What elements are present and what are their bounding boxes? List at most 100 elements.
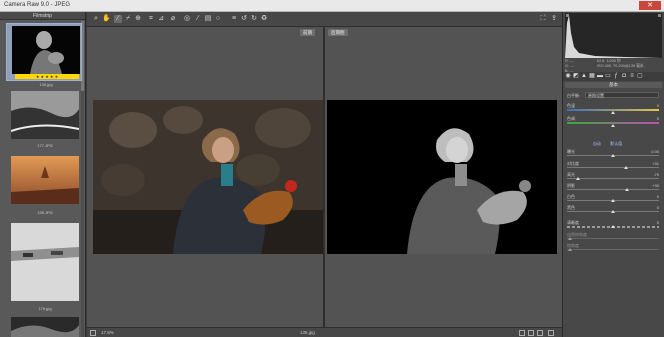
slider-clarity[interactable]: 清晰度 0 (567, 220, 661, 230)
slider-temperature[interactable]: 色温 0 (567, 103, 661, 114)
effects-tab-icon[interactable]: ƒ (613, 73, 619, 79)
slider-track (567, 249, 659, 250)
spot-removal-icon[interactable]: ⌀ (169, 15, 177, 23)
before-photo (93, 100, 323, 254)
slider-saturation[interactable]: 饱和度 (567, 243, 661, 253)
targeted-adjust-icon[interactable]: ⊕ (134, 15, 142, 23)
slider-tint[interactable]: 色调 0 (567, 116, 661, 127)
before-label: 前期 (300, 29, 315, 36)
thumbnail-sunset-pagodas (11, 156, 79, 204)
after-photo (327, 100, 557, 254)
slider-value[interactable]: +31 (652, 161, 659, 166)
slider-whites[interactable]: 白色 0 (567, 194, 661, 204)
slider-knob[interactable] (624, 166, 628, 169)
current-filename: 135.jpg (300, 330, 315, 335)
slider-knob[interactable] (568, 248, 572, 251)
detail-tab-icon[interactable]: ▲ (581, 73, 587, 79)
filmstrip-item-5[interactable] (6, 317, 82, 337)
exif-readout: f/2.8 1/250 秒 ISO 400 70-200@135 毫米 (597, 59, 644, 68)
rotate-ccw-icon[interactable]: ↺ (240, 15, 248, 23)
rotate-cw-icon[interactable]: ↻ (250, 15, 258, 23)
presets-tab-icon[interactable]: ≡ (629, 73, 635, 79)
slider-track (567, 178, 659, 179)
slider-value[interactable]: 0 (657, 116, 659, 121)
slider-value[interactable]: 0 (657, 194, 659, 199)
slider-value[interactable]: 0 (657, 205, 659, 210)
slider-value[interactable]: 0 (657, 103, 659, 108)
slider-knob[interactable] (611, 111, 615, 114)
hsl-tab-icon[interactable]: ▦ (589, 73, 595, 79)
close-button[interactable]: ✕ (639, 1, 661, 10)
export-icon[interactable]: ⇪ (550, 15, 558, 23)
window-title: Camera Raw 9.0 - JPEG (4, 2, 71, 8)
tool-bar: ⌕ ✋ ⁄ ⌿ ⊕ ⌗ ⊿ ⌀ ◎ ⁄ ▤ ○ ≡ ↺ ↻ ♻ ⛶ ⇪ (87, 12, 562, 27)
slider-knob[interactable] (576, 177, 580, 180)
basic-tab-icon[interactable]: ◉ (565, 73, 571, 79)
slider-exposure[interactable]: 曝光 0.00 (567, 149, 661, 159)
filmstrip-header: Filmstrip (0, 12, 85, 20)
slider-value[interactable]: 0.00 (651, 149, 659, 154)
radial-filter-icon[interactable]: ○ (214, 15, 222, 23)
slider-knob[interactable] (625, 188, 629, 191)
slider-value[interactable]: 0 (657, 220, 659, 225)
slider-highlights[interactable]: 高光 -79 (567, 172, 661, 182)
slider-track (567, 238, 659, 239)
white-balance-value[interactable]: 原照设置 (585, 92, 659, 98)
thumbnail-snow-scene (11, 223, 79, 301)
filmstrip-panel: Filmstrip ★ ★ ★ ★ ★ 135.jpg 177.JPG 138.… (0, 12, 86, 337)
default-link[interactable]: 默认值 (610, 141, 622, 146)
filmstrip-item-4[interactable]: 179.jpg (6, 223, 82, 315)
straighten-icon[interactable]: ⊿ (157, 15, 165, 23)
settings-view-icon[interactable] (548, 330, 554, 336)
slider-knob[interactable] (611, 210, 615, 213)
slider-knob[interactable] (611, 199, 615, 202)
filmstrip-item-3[interactable]: 138.JPG (6, 156, 82, 215)
slider-value[interactable]: -79 (653, 172, 659, 177)
split-toning-tab-icon[interactable]: ▬ (597, 73, 603, 79)
white-balance-label: 白平衡: (567, 93, 581, 98)
zoom-icon[interactable]: ⌕ (92, 15, 100, 23)
adjustment-panel: R: --- G: --- B: --- f/2.8 1/250 秒 ISO 4… (562, 12, 664, 337)
slider-knob[interactable] (611, 124, 615, 127)
thumbnail-landscape-bw (11, 91, 79, 139)
snapshots-tab-icon[interactable]: ▢ (637, 73, 643, 79)
slider-blacks[interactable]: 黑色 0 (567, 205, 661, 215)
graduated-filter-icon[interactable]: ▤ (204, 15, 212, 23)
fullscreen-icon[interactable]: ⛶ (539, 15, 547, 23)
slider-shadows[interactable]: 阴影 +30 (567, 183, 661, 193)
slider-vibrance[interactable]: 自然饱和度 (567, 232, 661, 242)
filmstrip-item-1[interactable]: ★ ★ ★ ★ ★ 135.jpg (6, 23, 82, 87)
filmstrip-item-2[interactable]: 177.JPG (6, 91, 82, 148)
white-balance-select[interactable]: 白平衡: 原照设置 (567, 92, 661, 99)
thumbnail-caption: 179.jpg (38, 306, 52, 311)
zoom-out-icon[interactable] (90, 330, 96, 336)
panel-tabs: ◉ ◩ ▲ ▦ ▬ ▭ ƒ ◘ ≡ ▢ (563, 72, 664, 81)
split-view-icon[interactable] (528, 330, 534, 336)
slider-value[interactable]: +30 (652, 183, 659, 188)
bottom-bar: 17.8% 135.jpg (87, 327, 562, 337)
lens-tab-icon[interactable]: ▭ (605, 73, 611, 79)
rating-stars[interactable]: ★ ★ ★ ★ ★ (15, 74, 79, 79)
crop-icon[interactable]: ⌗ (147, 15, 155, 23)
zoom-level[interactable]: 17.8% (101, 330, 114, 335)
adjustment-brush-icon[interactable]: ⁄ (194, 15, 202, 23)
slider-contrast[interactable]: 对比度 +31 (567, 161, 661, 171)
preview-canvas[interactable]: 前期 后期图 (87, 27, 562, 327)
slider-knob[interactable] (568, 237, 572, 240)
split-divider (323, 27, 325, 327)
prev-view-icon[interactable] (519, 330, 525, 336)
swap-view-icon[interactable] (537, 330, 543, 336)
color-sampler-icon[interactable]: ⌿ (124, 15, 132, 23)
histogram (565, 13, 662, 58)
redeye-icon[interactable]: ◎ (183, 15, 191, 23)
slider-knob[interactable] (611, 154, 615, 157)
white-balance-icon[interactable]: ⁄ (114, 15, 122, 23)
preferences-icon[interactable]: ≡ (230, 15, 238, 23)
camera-calibration-tab-icon[interactable]: ◘ (621, 73, 627, 79)
after-label: 后期图 (328, 29, 348, 36)
trash-icon[interactable]: ♻ (260, 15, 268, 23)
auto-link[interactable]: 自动 (593, 141, 601, 146)
hand-icon[interactable]: ✋ (102, 15, 111, 23)
slider-knob[interactable] (611, 225, 615, 228)
tone-curve-tab-icon[interactable]: ◩ (573, 73, 579, 79)
